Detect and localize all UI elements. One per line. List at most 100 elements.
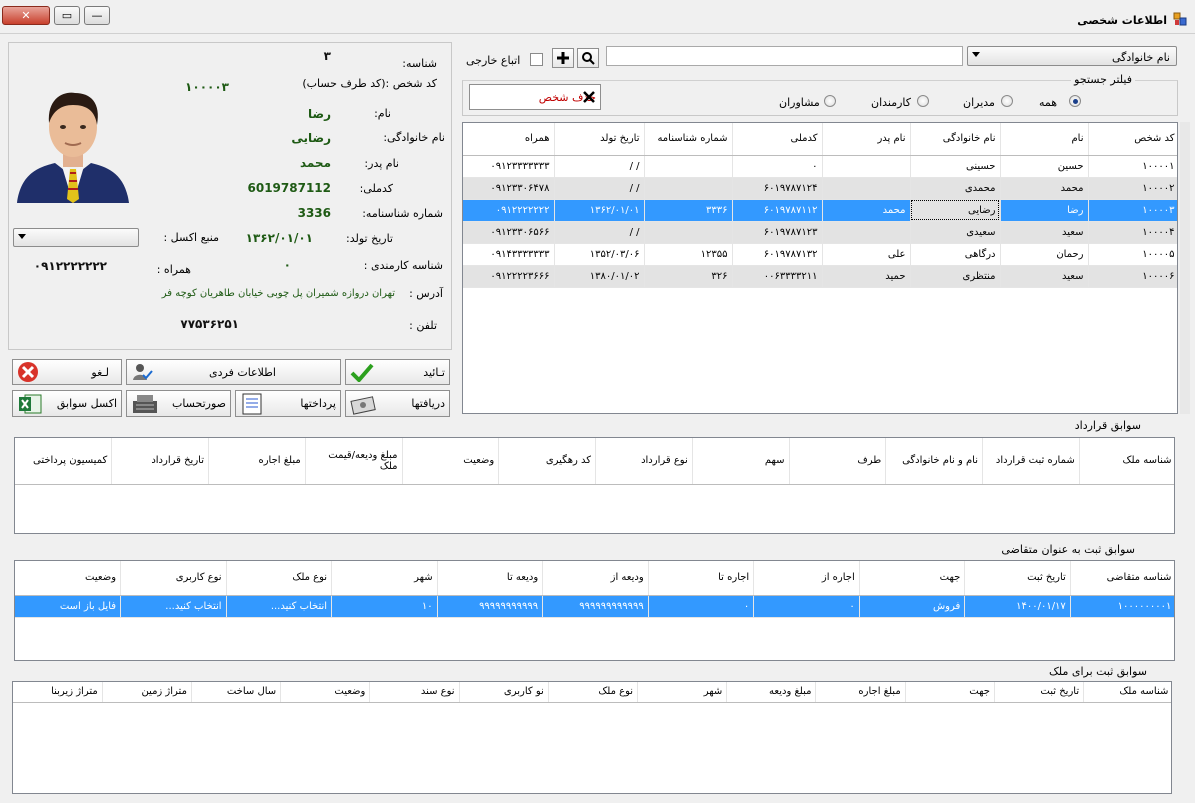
table-cell[interactable]: ۹۹۹۹۹۹۹۹۹۹۹۹: [542, 595, 649, 618]
applicant-col-header[interactable]: نوع ملک: [226, 561, 333, 596]
table-cell[interactable]: ۶۰۱۹۷۸۷۱۲۴: [732, 177, 823, 200]
people_grid-col-header[interactable]: نام پدر: [822, 123, 911, 156]
property-col-header[interactable]: مبلغ ودیعه: [726, 682, 817, 703]
applicant-grid[interactable]: شناسه متقاضی تاریخ ثبت جهت اجاره از اجاره تا…: [14, 560, 1175, 661]
property-col-header[interactable]: جهت: [905, 682, 995, 703]
table-row[interactable]: ۱۰۰۰۰۱ حسین حسینی ۰ / /۰۹۱۲۳۳۳۳۳۳۳: [463, 155, 1177, 178]
table-cell[interactable]: ۳۲۶: [644, 265, 733, 288]
people_grid-col-header[interactable]: کدملی: [732, 123, 823, 156]
table-cell[interactable]: محمدی: [910, 177, 1001, 200]
table-cell[interactable]: ۱۳۸۰/۰۱/۰۲: [554, 265, 645, 288]
confirm-button[interactable]: تـائید: [345, 359, 450, 385]
table-cell[interactable]: ۱۰۰۰۰۴: [1088, 221, 1177, 244]
applicant-col-header[interactable]: ودیعه از: [542, 561, 649, 596]
table-cell[interactable]: ۰۹۱۲۳۳۰۶۴۷۸: [463, 177, 555, 200]
add-person-button[interactable]: [552, 48, 574, 68]
cancel-button[interactable]: لـغو: [12, 359, 122, 385]
table-cell[interactable]: ۰۹۱۲۲۲۲۳۶۶۶: [463, 265, 555, 288]
table-cell[interactable]: سعیدی: [910, 221, 1001, 244]
people_grid-col-header[interactable]: کد شخص: [1088, 123, 1177, 156]
excel-history-button[interactable]: اکسل سوابق: [12, 390, 122, 417]
table-cell[interactable]: ۱۳۶۲/۰۱/۰۱: [554, 199, 645, 222]
table-cell[interactable]: / /: [554, 221, 645, 244]
contracts-col-header[interactable]: مبلغ اجاره: [208, 438, 306, 485]
table-cell[interactable]: رضایی: [910, 199, 1001, 222]
filter-consultants-radio[interactable]: [824, 95, 836, 107]
contracts-col-header[interactable]: سهم: [692, 438, 790, 485]
receipts-button[interactable]: دریافتها: [345, 390, 450, 417]
table-cell[interactable]: فروش: [859, 595, 966, 618]
external-nationals-checkbox[interactable]: [530, 53, 543, 66]
table-cell[interactable]: [644, 155, 733, 178]
table-cell[interactable]: / /: [554, 155, 645, 178]
statement-button[interactable]: صورتحساب: [126, 390, 231, 417]
table-cell[interactable]: ۰: [732, 155, 823, 178]
filter-managers-radio[interactable]: [1001, 95, 1013, 107]
people_grid-col-header[interactable]: تاریخ تولد: [554, 123, 645, 156]
search-input[interactable]: [606, 46, 963, 66]
table-row[interactable]: ۱۰۰۰۰۰۰۰۰۱ ۱۴۰۰/۰۱/۱۷ فروش ۰ ۰ ۹۹۹۹۹۹۹۹۹۹۹۹ ۹۹…: [15, 595, 1174, 618]
table-cell[interactable]: ۶۰۱۹۷۸۷۱۲۳: [732, 221, 823, 244]
table-cell[interactable]: [822, 155, 911, 178]
table-cell[interactable]: ۱۰۰۰۰۲: [1088, 177, 1177, 200]
table-cell[interactable]: علی: [822, 243, 911, 266]
applicant-col-header[interactable]: ودیعه تا: [437, 561, 544, 596]
table-cell[interactable]: ۱۴۰۰/۰۱/۱۷: [964, 595, 1071, 618]
table-cell[interactable]: ۱۰۰۰۰۶: [1088, 265, 1177, 288]
filter-employees-radio[interactable]: [917, 95, 929, 107]
search-button[interactable]: [577, 48, 599, 68]
applicant-col-header[interactable]: تاریخ ثبت: [964, 561, 1071, 596]
table-cell[interactable]: انتخاب کنید...: [226, 595, 333, 618]
table-cell[interactable]: ۱۳۵۲/۰۳/۰۶: [554, 243, 645, 266]
table-row[interactable]: ۱۰۰۰۰۲ محمد محمدی ۶۰۱۹۷۸۷۱۲۴ / /۰۹۱۲۳۳۰۶۴۷۸: [463, 177, 1177, 200]
table-cell[interactable]: ۰۹۱۴۳۳۳۳۳۳۳: [463, 243, 555, 266]
table-cell[interactable]: محمد: [1000, 177, 1089, 200]
restore-window-button[interactable]: ▭: [54, 6, 80, 25]
table-cell[interactable]: ۰۰۶۳۳۳۳۲۱۱: [732, 265, 823, 288]
people-grid-scrollbar[interactable]: [1180, 122, 1190, 414]
property-col-header[interactable]: تاریخ ثبت: [994, 682, 1085, 703]
people_grid-col-header[interactable]: شماره شناسنامه: [644, 123, 733, 156]
table-cell[interactable]: درگاهی: [910, 243, 1001, 266]
property-col-header[interactable]: نوع ملک: [548, 682, 639, 703]
contracts-col-header[interactable]: طرف: [789, 438, 887, 485]
close-window-button[interactable]: ✕: [2, 6, 50, 25]
table-cell[interactable]: حسین: [1000, 155, 1089, 178]
property-col-header[interactable]: مبلغ اجاره: [815, 682, 906, 703]
contracts-col-header[interactable]: نوع قرارداد: [595, 438, 693, 485]
table-cell[interactable]: [644, 221, 733, 244]
table-cell[interactable]: ۶۰۱۹۷۸۷۱۳۲: [732, 243, 823, 266]
table-cell[interactable]: ۱۰۰۰۰۰۰۰۰۱: [1070, 595, 1174, 618]
table-cell[interactable]: ۰۹۱۲۲۲۲۲۲۲: [463, 199, 555, 222]
contracts-col-header[interactable]: مبلغ ودیعه/قیمت ملک: [305, 438, 403, 485]
table-cell[interactable]: فایل باز است: [15, 595, 122, 618]
contracts-col-header[interactable]: شناسه ملک: [1079, 438, 1174, 485]
delete-person-button[interactable]: حذف شخص: [469, 84, 601, 110]
contracts-grid[interactable]: شناسه ملک شماره ثبت قرارداد نام و نام خانو…: [14, 437, 1175, 534]
contracts-col-header[interactable]: شماره ثبت قرارداد: [982, 438, 1080, 485]
table-cell[interactable]: انتخاب کنید...: [120, 595, 227, 618]
property-col-header[interactable]: نو کاربری: [459, 682, 549, 703]
applicant-col-header[interactable]: اجاره از: [753, 561, 860, 596]
table-cell[interactable]: [822, 177, 911, 200]
table-row[interactable]: ۱۰۰۰۰۵ رحمان درگاهی علی ۶۰۱۹۷۸۷۱۳۲ ۱۲۳۵۵ ۱۳۵۲/…: [463, 243, 1177, 266]
table-row[interactable]: ۱۰۰۰۰۴ سعید سعیدی ۶۰۱۹۷۸۷۱۲۳ / /۰۹۱۲۳۳۰۶۵۶۶: [463, 221, 1177, 244]
people_grid-col-header[interactable]: نام: [1000, 123, 1089, 156]
table-cell[interactable]: [822, 221, 911, 244]
table-cell[interactable]: ۳۳۳۶: [644, 199, 733, 222]
property-col-header[interactable]: سال ساخت: [191, 682, 282, 703]
table-cell[interactable]: منتظری: [910, 265, 1001, 288]
table-cell[interactable]: رحمان: [1000, 243, 1089, 266]
applicant-col-header[interactable]: وضعیت: [15, 561, 122, 596]
table-cell[interactable]: ۰: [753, 595, 860, 618]
table-cell[interactable]: ۹۹۹۹۹۹۹۹۹۹۹: [437, 595, 544, 618]
property-col-header[interactable]: متراژ زمین: [102, 682, 192, 703]
table-cell[interactable]: حمید: [822, 265, 911, 288]
table-cell[interactable]: ۱۰: [331, 595, 438, 618]
table-row[interactable]: ۱۰۰۰۰۶ سعید منتظری حمید ۰۰۶۳۳۳۳۲۱۱ ۳۲۶ ۱۳۸۰/۰۱…: [463, 265, 1177, 288]
table-cell[interactable]: ۰۹۱۲۳۳۰۶۵۶۶: [463, 221, 555, 244]
contracts-col-header[interactable]: کمیسیون پرداختی: [15, 438, 113, 485]
property-col-header[interactable]: شهر: [637, 682, 728, 703]
table-cell[interactable]: ۰۹۱۲۳۳۳۳۳۳۳: [463, 155, 555, 178]
property-col-header[interactable]: نوع سند: [369, 682, 460, 703]
